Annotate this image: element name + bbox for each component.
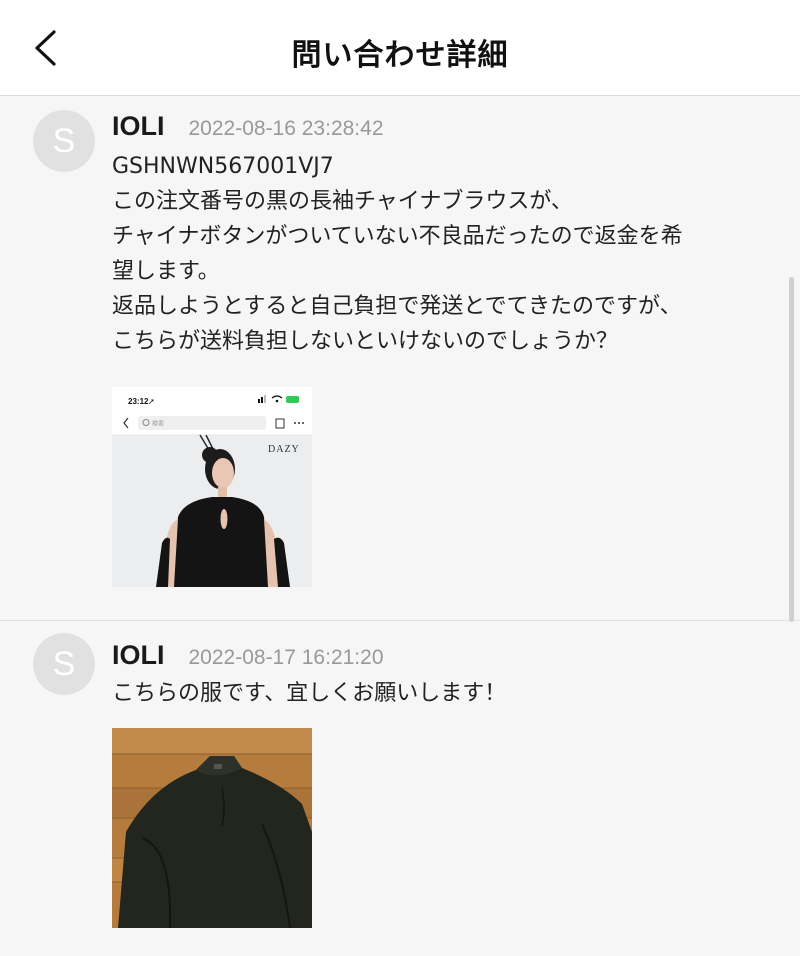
message-line: 返品しようとすると自己負担で発送とでてきたのですが、 [112, 294, 682, 319]
attachment-screenshot[interactable]: 23:12 ➚ 検索 DAZY [112, 387, 312, 587]
message-meta: IOLI 2022-08-16 23:28:42 [112, 111, 384, 142]
message-line: こちらが送料負担しないといけないのでしょうか？ [112, 329, 619, 354]
app-header: 問い合わせ詳細 [0, 0, 800, 96]
message-item: S IOLI 2022-08-17 16:21:20 こちらの服です、宜しくお願… [0, 622, 800, 956]
more-icon [294, 422, 304, 424]
username: IOLI [112, 111, 165, 141]
brand-label: DAZY [268, 444, 300, 455]
attachment-photo[interactable] [112, 728, 312, 928]
message-meta: IOLI 2022-08-17 16:21:20 [112, 640, 384, 671]
avatar[interactable]: S [33, 110, 95, 172]
svg-text:➚: ➚ [148, 397, 155, 406]
message-item: S IOLI 2022-08-16 23:28:42 GSHNWN567001V… [0, 97, 800, 621]
page-title: 問い合わせ詳細 [291, 38, 509, 73]
timestamp: 2022-08-16 23:28:42 [188, 117, 384, 140]
status-time: 23:12 [128, 397, 149, 406]
message-line: GSHNWN567001VJ7 [112, 154, 334, 179]
message-line: 望します。 [112, 259, 220, 284]
avatar[interactable]: S [33, 633, 95, 695]
search-placeholder: 検索 [152, 420, 164, 428]
message-line: チャイナボタンがついていない不良品だったので返金を希 [112, 224, 683, 249]
message-line: こちらの服です、宜しくお願いします！ [112, 681, 507, 706]
username: IOLI [112, 640, 165, 670]
timestamp: 2022-08-17 16:21:20 [188, 646, 384, 669]
message-text: GSHNWN567001VJ7 この注文番号の黒の長袖チャイナブラウスが、 チャ… [112, 149, 772, 359]
message-text: こちらの服です、宜しくお願いします！ [112, 676, 772, 711]
message-line: この注文番号の黒の長袖チャイナブラウスが、 [112, 189, 573, 214]
scrollbar[interactable] [789, 277, 794, 622]
